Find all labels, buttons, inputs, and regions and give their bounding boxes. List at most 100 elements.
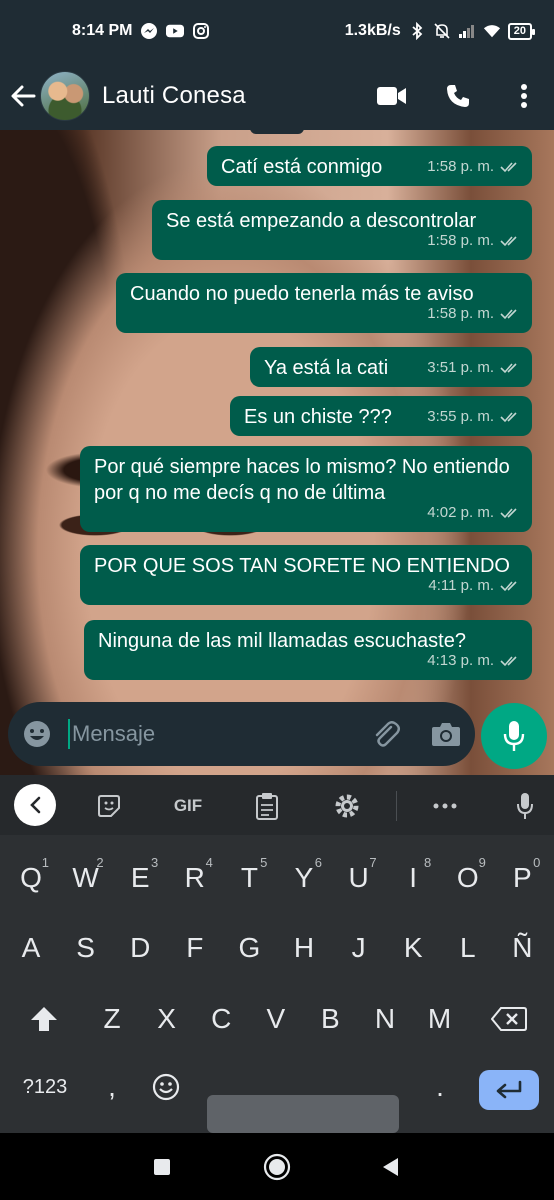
emoji-key[interactable] <box>142 1058 190 1116</box>
emoji-button[interactable] <box>22 719 52 749</box>
key-q[interactable]: Q1 <box>7 849 55 907</box>
message-time: 4:02 p. m. <box>427 504 494 521</box>
message-bubble[interactable]: Ninguna de las mil llamadas escuchaste? … <box>84 620 532 680</box>
camera-icon <box>432 723 460 746</box>
home-button[interactable] <box>260 1150 294 1184</box>
backspace-key[interactable] <box>485 990 533 1048</box>
key-j[interactable]: J <box>335 919 383 977</box>
chat-area[interactable]: Catí está conmigo 1:58 p. m. Se está emp… <box>0 130 554 775</box>
video-camera-icon <box>377 87 406 105</box>
bluetooth-icon <box>408 22 426 40</box>
status-bar: 8:14 PM 1.3kB/s 20 <box>0 0 554 62</box>
key-c[interactable]: C <box>197 990 245 1048</box>
key-b[interactable]: B <box>306 990 354 1048</box>
key-hint: 1 <box>41 855 49 870</box>
keyboard-collapse-button[interactable] <box>14 784 56 826</box>
phone-icon <box>447 85 469 107</box>
key-f[interactable]: F <box>171 919 219 977</box>
status-time: 8:14 PM <box>72 22 133 39</box>
attach-button[interactable] <box>371 719 401 749</box>
message-time: 3:55 p. m. <box>427 408 494 425</box>
message-bubble[interactable]: Cuando no puedo tenerla más te aviso 1:5… <box>116 273 532 333</box>
shift-key[interactable] <box>20 990 68 1048</box>
message-time: 1:58 p. m. <box>427 158 494 175</box>
key-hint: 5 <box>260 855 268 870</box>
key-k[interactable]: K <box>389 919 437 977</box>
key-label: E <box>130 862 150 893</box>
message-input[interactable]: Mensaje <box>72 721 155 747</box>
back-button[interactable] <box>8 76 38 116</box>
key-hint: 0 <box>533 855 541 870</box>
wifi-icon <box>483 23 501 39</box>
key-a[interactable]: A <box>7 919 55 977</box>
key-y[interactable]: Y6 <box>280 849 328 907</box>
key-label: I <box>409 862 418 893</box>
key-v[interactable]: V <box>252 990 300 1048</box>
more-tools-button[interactable] <box>430 791 460 821</box>
key-hint: 3 <box>150 855 159 870</box>
square-icon <box>154 1159 170 1175</box>
comma-key[interactable]: , <box>88 1058 136 1116</box>
key-l[interactable]: L <box>444 919 492 977</box>
triangle-back-icon <box>383 1158 398 1176</box>
video-call-button[interactable] <box>376 80 408 112</box>
key-e[interactable]: E3 <box>116 849 164 907</box>
double-check-icon <box>500 412 517 423</box>
key-o[interactable]: O9 <box>444 849 492 907</box>
double-check-icon <box>500 236 517 247</box>
key-hint: 7 <box>369 855 377 870</box>
message-bubble[interactable]: Se está empezando a descontrolar 1:58 p.… <box>152 200 532 260</box>
key-g[interactable]: G <box>225 919 273 977</box>
period-key[interactable]: . <box>416 1058 464 1116</box>
key-s[interactable]: S <box>62 919 110 977</box>
message-bubble[interactable]: POR QUE SOS TAN SORETE NO ENTIENDO 4:11 … <box>80 545 532 605</box>
voice-call-button[interactable] <box>442 80 474 112</box>
key-ñ[interactable]: Ñ <box>498 919 546 977</box>
key-n[interactable]: N <box>361 990 409 1048</box>
message-bubble[interactable]: Es un chiste ??? 3:55 p. m. <box>230 396 532 436</box>
clipboard-icon <box>256 793 278 820</box>
back-arrow-icon <box>11 85 36 107</box>
clipboard-button[interactable] <box>252 791 282 821</box>
key-p[interactable]: P0 <box>498 849 546 907</box>
sticker-icon <box>98 795 120 817</box>
key-d[interactable]: D <box>116 919 164 977</box>
voice-typing-button[interactable] <box>510 791 540 821</box>
contact-avatar[interactable] <box>40 71 90 121</box>
emoji-icon <box>24 721 50 747</box>
contact-name[interactable]: Lauti Conesa <box>102 82 246 110</box>
backspace-icon <box>491 1007 527 1031</box>
key-hint: 4 <box>205 855 213 870</box>
sticker-button[interactable] <box>94 791 124 821</box>
enter-key[interactable] <box>479 1070 539 1110</box>
key-t[interactable]: T5 <box>225 849 273 907</box>
key-u[interactable]: U7 <box>335 849 383 907</box>
key-w[interactable]: W2 <box>62 849 110 907</box>
more-options-button[interactable] <box>508 80 540 112</box>
key-h[interactable]: H <box>280 919 328 977</box>
back-nav-button[interactable] <box>373 1150 407 1184</box>
gif-button[interactable]: GIF <box>168 791 208 821</box>
message-time: 4:11 p. m. <box>428 577 494 594</box>
key-r[interactable]: R4 <box>171 849 219 907</box>
camera-button[interactable] <box>431 721 461 747</box>
microphone-icon <box>503 721 525 751</box>
network-speed: 1.3kB/s <box>344 22 401 39</box>
message-composer: Mensaje <box>8 702 475 766</box>
double-check-icon <box>500 309 517 320</box>
key-z[interactable]: Z <box>88 990 136 1048</box>
key-x[interactable]: X <box>143 990 191 1048</box>
voice-record-button[interactable] <box>481 703 547 769</box>
message-bubble[interactable]: Por qué siempre haces lo mismo? No entie… <box>80 446 532 532</box>
recents-button[interactable] <box>145 1150 179 1184</box>
key-i[interactable]: I8 <box>389 849 437 907</box>
space-key[interactable] <box>207 1095 399 1133</box>
message-bubble[interactable]: Catí está conmigo 1:58 p. m. <box>207 146 532 186</box>
kebab-menu-icon <box>521 84 527 108</box>
message-bubble[interactable]: Ya está la cati 3:51 p. m. <box>250 347 532 387</box>
settings-button[interactable] <box>332 791 362 821</box>
symbols-key[interactable]: ?123 <box>18 1058 72 1116</box>
key-m[interactable]: M <box>416 990 464 1048</box>
keyboard-toolbar: GIF <box>0 775 554 835</box>
key-hint: 9 <box>478 855 486 870</box>
